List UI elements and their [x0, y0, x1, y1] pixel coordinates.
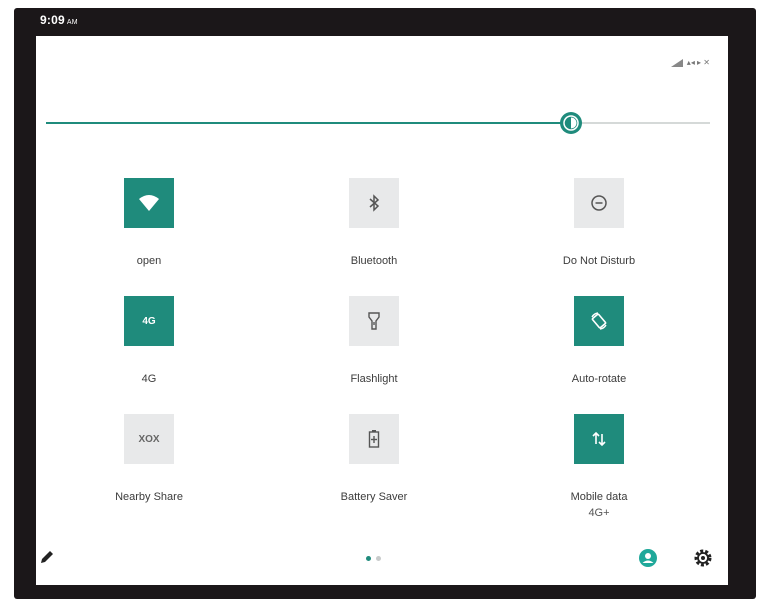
tile-label: Battery Saver — [340, 491, 408, 503]
tile-label: Nearby Share — [115, 491, 183, 503]
quick-settings-footer — [36, 546, 728, 576]
wifi-tile-button[interactable] — [124, 178, 174, 228]
page-dot-1[interactable] — [366, 556, 371, 561]
brightness-slider[interactable] — [46, 112, 710, 134]
brightness-icon — [562, 115, 579, 131]
status-bar: 9:09 AM — [14, 8, 756, 32]
page-dot-2[interactable] — [376, 556, 381, 561]
mobile-data-label: Mobile data — [570, 491, 628, 503]
battery-saver-tile-button[interactable] — [349, 414, 399, 464]
wifi-icon — [139, 195, 159, 211]
tile-label: Mobile data 4G+ — [514, 489, 684, 521]
edit-icon[interactable] — [39, 549, 55, 565]
tile-label: Auto-rotate — [571, 373, 627, 385]
4g-tile-button[interactable]: 4G — [124, 296, 174, 346]
tile-wifi[interactable]: open — [74, 178, 224, 267]
tile-do-not-disturb[interactable]: Do Not Disturb — [524, 178, 674, 267]
flashlight-tile-button[interactable] — [349, 296, 399, 346]
bluetooth-tile-button[interactable] — [349, 178, 399, 228]
system-status-icons: ▴◂ ▸ ✕ — [670, 58, 710, 67]
tile-label: Bluetooth — [350, 255, 398, 267]
nearby-share-tile-button[interactable]: XOX — [124, 414, 174, 464]
mobile-data-icon — [592, 431, 606, 447]
nearby-share-icon: XOX — [138, 433, 160, 445]
tile-nearby-share[interactable]: XOX Nearby Share — [74, 414, 224, 503]
quick-settings-panel: ▴◂ ▸ ✕ open Bluetooth Do Not Disturb 4G … — [36, 36, 728, 585]
tile-label: 4G — [141, 373, 157, 385]
flashlight-icon — [368, 312, 380, 330]
auto-rotate-icon — [591, 312, 607, 330]
bluetooth-icon — [369, 194, 380, 212]
clock: 9:09 AM — [40, 13, 78, 27]
user-switch-icon[interactable] — [638, 548, 658, 568]
brightness-fill — [46, 122, 571, 124]
page-indicator — [366, 556, 381, 561]
tile-flashlight[interactable]: Flashlight — [299, 296, 449, 385]
tile-label: Flashlight — [350, 373, 398, 385]
tile-label: Do Not Disturb — [562, 255, 636, 267]
auto-rotate-tile-button[interactable] — [574, 296, 624, 346]
status-icons-text: ▴◂ ▸ ✕ — [686, 58, 710, 67]
tile-battery-saver[interactable]: Battery Saver — [299, 414, 449, 503]
dnd-tile-button[interactable] — [574, 178, 624, 228]
tile-label: open — [136, 255, 162, 267]
do-not-disturb-icon — [591, 195, 607, 211]
4g-icon: 4G — [142, 315, 156, 327]
mobile-data-network: 4G+ — [588, 507, 610, 519]
mobile-data-tile-button[interactable] — [574, 414, 624, 464]
tile-4g[interactable]: 4G 4G — [74, 296, 224, 385]
battery-saver-icon — [368, 430, 380, 448]
tile-bluetooth[interactable]: Bluetooth — [299, 178, 449, 267]
brightness-thumb[interactable] — [559, 112, 582, 134]
tile-auto-rotate[interactable]: Auto-rotate — [524, 296, 674, 385]
settings-gear-icon[interactable] — [693, 548, 713, 568]
signal-icon — [670, 58, 683, 67]
tile-mobile-data[interactable]: Mobile data 4G+ — [524, 414, 674, 519]
